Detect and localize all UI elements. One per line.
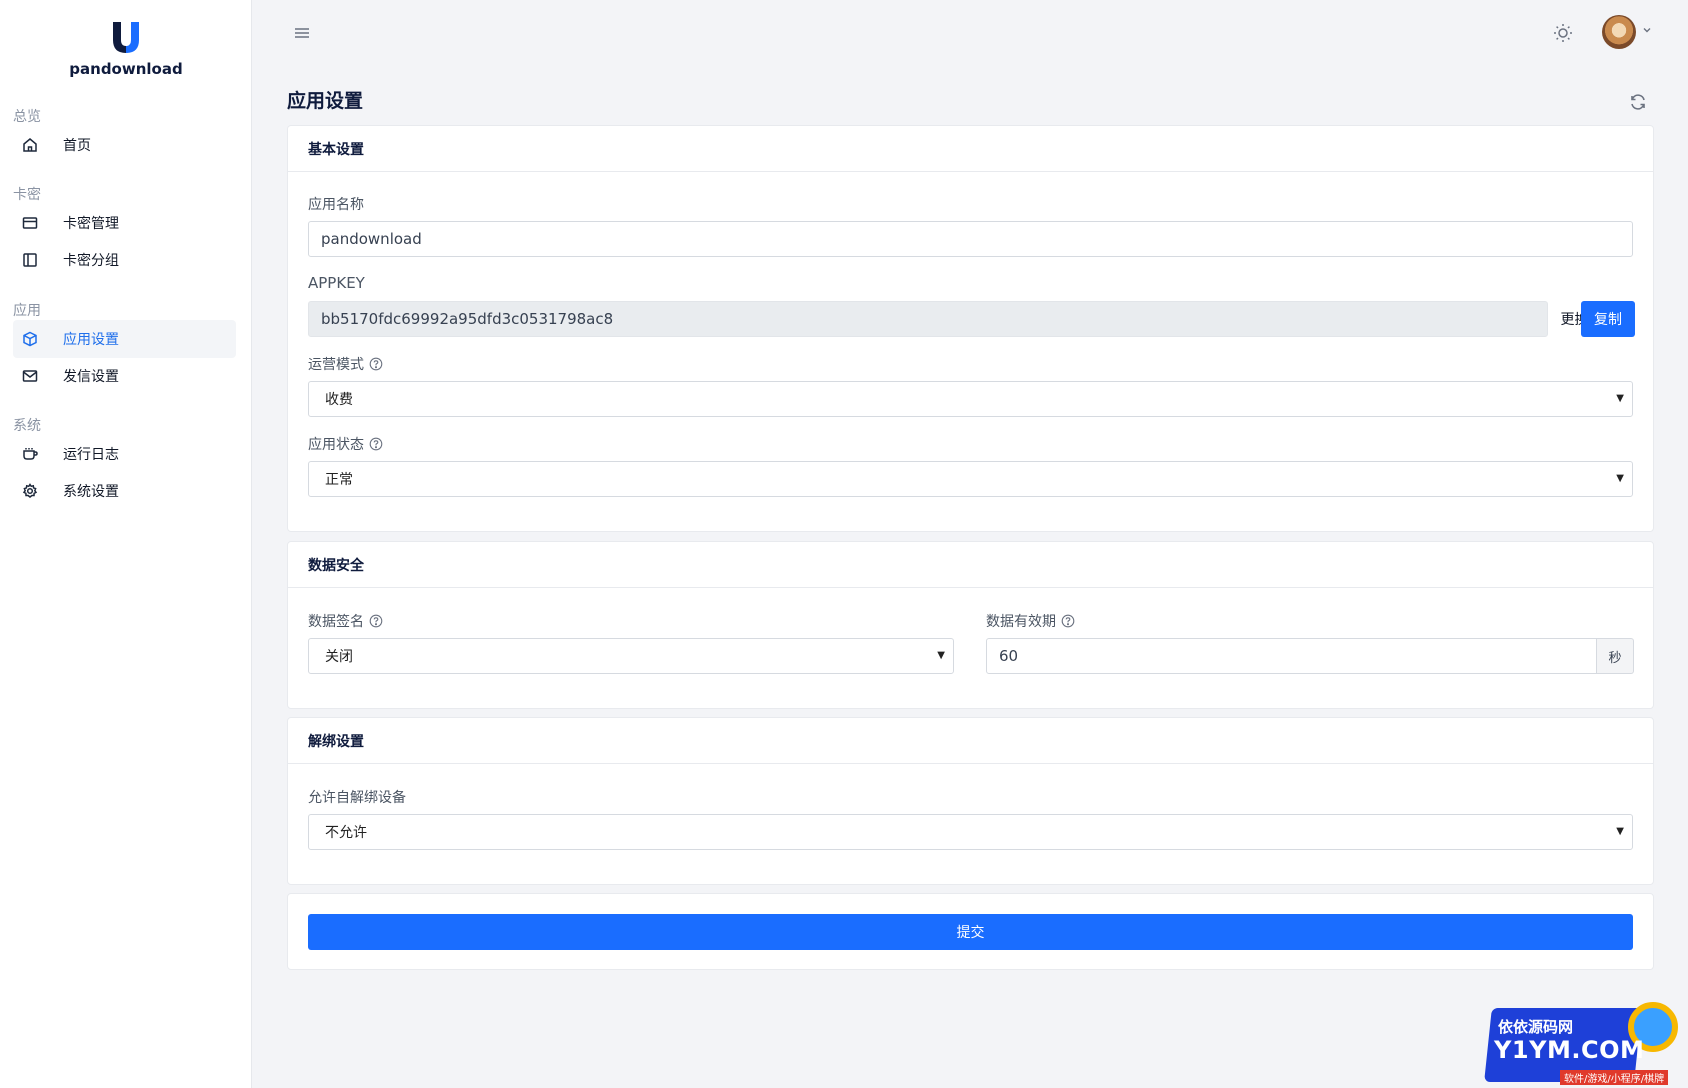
logo-icon bbox=[113, 22, 139, 53]
copy-button[interactable]: 复制 bbox=[1581, 301, 1635, 337]
submit-button[interactable]: 提交 bbox=[308, 914, 1633, 950]
nav-section-system: 系统 bbox=[13, 418, 41, 434]
sign-label: 数据签名 bbox=[308, 611, 383, 631]
data-security-card: 数据安全 数据签名 关闭 ▼ 数据有效期 60 秒 bbox=[287, 541, 1654, 709]
caret-down-icon: ▼ bbox=[1616, 393, 1624, 404]
watermark-logo: 依依源码网 Y1YM.COM 软件/游戏/小程序/棋牌 bbox=[1476, 994, 1686, 1086]
nav-section-card: 卡密 bbox=[13, 187, 41, 203]
app-name-input[interactable]: pandownload bbox=[308, 221, 1633, 257]
sidebar: pandownload 总览 首页 卡密 卡密管理 卡密分组 应用 应用设置 发… bbox=[0, 0, 252, 1088]
status-select-value: 正常 bbox=[325, 472, 353, 488]
card-title: 解绑设置 bbox=[288, 718, 1653, 764]
question-circle-icon[interactable] bbox=[1061, 614, 1075, 628]
question-circle-icon[interactable] bbox=[369, 357, 383, 371]
status-select[interactable]: 正常 ▼ bbox=[308, 461, 1633, 497]
group-icon bbox=[21, 251, 39, 269]
card-title: 数据安全 bbox=[288, 542, 1653, 588]
watermark-line3: 软件/游戏/小程序/棋牌 bbox=[1560, 1070, 1669, 1085]
expiry-label-text: 数据有效期 bbox=[986, 614, 1056, 630]
chevron-down-icon[interactable] bbox=[1641, 24, 1653, 36]
nav-section-overview: 总览 bbox=[13, 109, 41, 125]
cup-icon bbox=[21, 445, 39, 463]
cube-icon bbox=[21, 330, 39, 348]
sign-select-value: 关闭 bbox=[325, 649, 353, 665]
card-title: 基本设置 bbox=[288, 126, 1653, 172]
sidebar-item-run-log[interactable]: 运行日志 bbox=[13, 435, 236, 473]
sidebar-item-label: 卡密分组 bbox=[63, 253, 119, 269]
caret-down-icon: ▼ bbox=[1616, 473, 1624, 484]
brand[interactable]: pandownload bbox=[0, 20, 252, 78]
sidebar-item-label: 发信设置 bbox=[63, 369, 119, 385]
page-title: 应用设置 bbox=[287, 90, 364, 112]
sidebar-item-system-settings[interactable]: 系统设置 bbox=[13, 472, 236, 510]
sidebar-item-card-group[interactable]: 卡密分组 bbox=[13, 241, 236, 279]
card-icon bbox=[21, 214, 39, 232]
expiry-label: 数据有效期 bbox=[986, 611, 1075, 631]
sidebar-item-app-settings[interactable]: 应用设置 bbox=[13, 320, 236, 358]
allow-unbind-label: 允许自解绑设备 bbox=[308, 787, 406, 807]
refresh-icon[interactable] bbox=[1628, 92, 1648, 112]
question-circle-icon[interactable] bbox=[369, 614, 383, 628]
sidebar-item-home[interactable]: 首页 bbox=[13, 126, 236, 164]
mode-label: 运营模式 bbox=[308, 354, 383, 374]
watermark-line1: 依依源码网 bbox=[1498, 1018, 1574, 1036]
sidebar-item-label: 系统设置 bbox=[63, 484, 119, 500]
sign-select[interactable]: 关闭 ▼ bbox=[308, 638, 954, 674]
sidebar-item-label: 应用设置 bbox=[63, 332, 119, 348]
allow-unbind-select-value: 不允许 bbox=[325, 825, 367, 841]
brand-name: pandownload bbox=[69, 60, 183, 78]
menu-icon[interactable] bbox=[292, 23, 312, 43]
app-name-label: 应用名称 bbox=[308, 194, 364, 214]
mode-select-value: 收费 bbox=[325, 392, 353, 408]
avatar[interactable] bbox=[1602, 15, 1636, 49]
caret-down-icon: ▼ bbox=[937, 650, 945, 661]
sidebar-item-label: 运行日志 bbox=[63, 447, 119, 463]
sun-icon[interactable] bbox=[1552, 22, 1574, 44]
sidebar-item-mail-settings[interactable]: 发信设置 bbox=[13, 357, 236, 395]
nav-section-app: 应用 bbox=[13, 303, 41, 319]
mode-select[interactable]: 收费 ▼ bbox=[308, 381, 1633, 417]
sidebar-item-label: 首页 bbox=[63, 138, 91, 154]
allow-unbind-label-text: 允许自解绑设备 bbox=[308, 790, 406, 806]
basic-settings-card: 基本设置 应用名称 pandownload APPKEY bb5170fdc69… bbox=[287, 125, 1654, 532]
watermark-line2: Y1YM.COM bbox=[1494, 1036, 1645, 1064]
appkey-input[interactable]: bb5170fdc69992a95dfd3c0531798ac8 bbox=[308, 301, 1548, 337]
app-name-label-text: 应用名称 bbox=[308, 197, 364, 213]
status-label-text: 应用状态 bbox=[308, 437, 364, 453]
unbind-settings-card: 解绑设置 允许自解绑设备 不允许 ▼ bbox=[287, 717, 1654, 885]
mode-label-text: 运营模式 bbox=[308, 357, 364, 373]
sidebar-item-card-manage[interactable]: 卡密管理 bbox=[13, 204, 236, 242]
submit-card: 提交 bbox=[287, 893, 1654, 970]
question-circle-icon[interactable] bbox=[369, 437, 383, 451]
expiry-input[interactable]: 60 bbox=[986, 638, 1597, 674]
appkey-label: APPKEY bbox=[308, 274, 365, 292]
home-icon bbox=[21, 136, 39, 154]
status-label: 应用状态 bbox=[308, 434, 383, 454]
sidebar-item-label: 卡密管理 bbox=[63, 216, 119, 232]
mail-icon bbox=[21, 367, 39, 385]
appkey-label-text: APPKEY bbox=[308, 274, 365, 292]
gear-icon bbox=[21, 482, 39, 500]
allow-unbind-select[interactable]: 不允许 ▼ bbox=[308, 814, 1633, 850]
expiry-unit: 秒 bbox=[1597, 638, 1634, 674]
caret-down-icon: ▼ bbox=[1616, 826, 1624, 837]
sign-label-text: 数据签名 bbox=[308, 614, 364, 630]
